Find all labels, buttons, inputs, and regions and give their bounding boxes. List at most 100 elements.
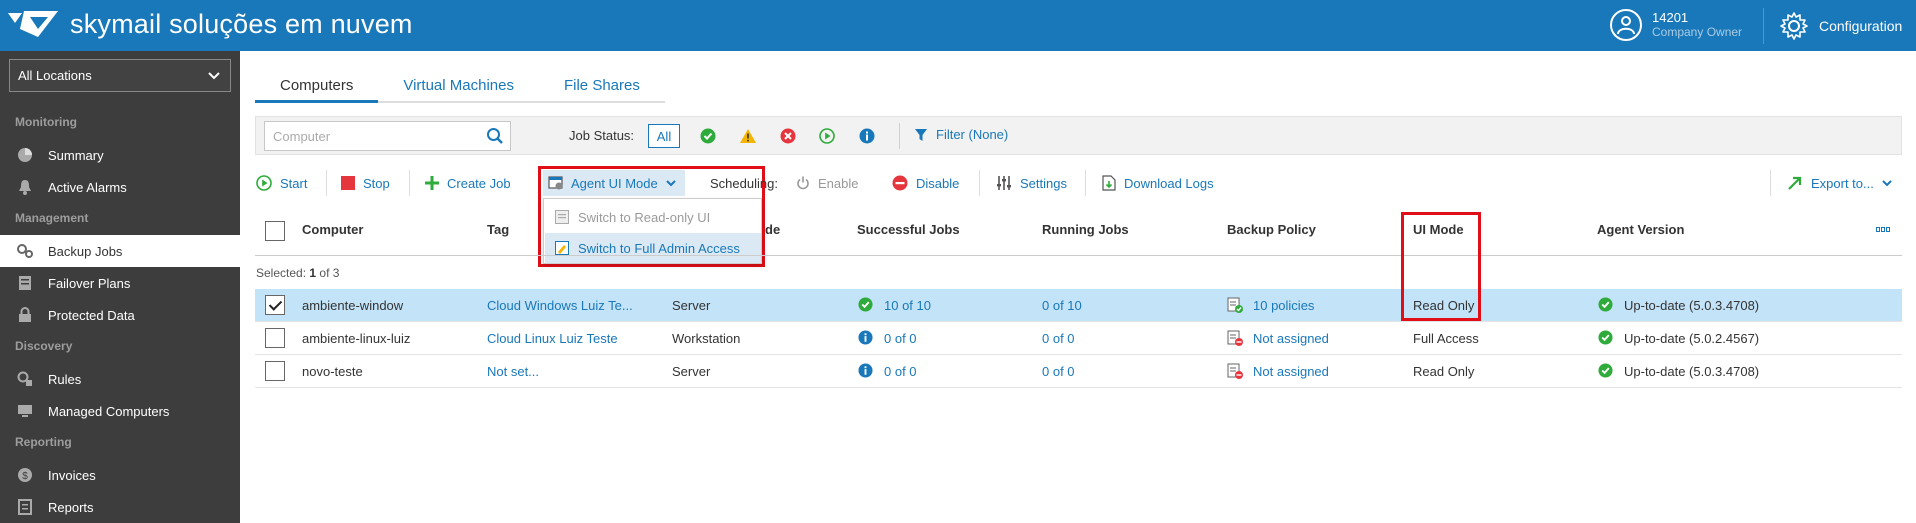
start-button[interactable]: Start [256,173,307,193]
policy-assigned-icon [1227,297,1243,313]
column-header-tag[interactable]: Tag [487,222,509,237]
filter-divider [899,123,900,149]
cell-running-jobs[interactable]: 0 of 10 [1042,298,1082,313]
create-job-button[interactable]: Create Job [425,173,511,193]
chevron-down-icon [208,71,220,79]
menu-item-label: Switch to Read-only UI [578,209,711,225]
cell-running-jobs[interactable]: 0 of 0 [1042,331,1075,346]
cell-successful-jobs[interactable]: 0 of 0 [858,363,917,379]
sidebar-item-label: Active Alarms [48,179,127,195]
nav-section-monitoring: Monitoring [15,115,77,129]
disable-button[interactable]: Disable [892,173,959,193]
status-success-icon[interactable] [699,127,717,145]
sidebar-item-managed-computers[interactable]: Managed Computers [0,395,240,427]
status-error-icon[interactable] [779,127,797,145]
full-admin-icon [555,241,569,255]
menu-item-full-admin[interactable]: Switch to Full Admin Access [545,233,761,263]
computer-icon [15,401,35,421]
up-to-date-icon [1598,363,1613,378]
column-header-running-jobs[interactable]: Running Jobs [1042,222,1129,237]
tab-virtual-machines[interactable]: Virtual Machines [378,73,539,103]
sidebar-item-backup-jobs[interactable]: Backup Jobs [0,235,241,267]
settings-button[interactable]: Settings [996,173,1067,193]
cell-agent-version: Up-to-date (5.0.2.4567) [1598,330,1760,346]
header-divider [1763,8,1764,44]
cell-mode: Workstation [672,331,741,346]
row-checkbox[interactable] [265,328,285,348]
stop-button[interactable]: Stop [341,173,390,193]
cell-tag[interactable]: Cloud Windows Luiz Te... [487,298,633,313]
export-button[interactable]: Export to... [1787,173,1892,193]
column-header-computer[interactable]: Computer [302,222,363,237]
selection-suffix: of 3 [319,266,340,280]
sidebar-item-active-alarms[interactable]: Active Alarms [0,171,240,203]
select-all-checkbox[interactable] [265,221,285,241]
computer-search-input[interactable] [273,128,473,144]
filter-button[interactable]: Filter (None) [914,127,1008,142]
table-row[interactable]: novo-teste Not set... Server 0 of 0 0 of… [255,355,1902,388]
skymail-logo-icon [8,11,58,37]
column-header-backup-policy[interactable]: Backup Policy [1227,222,1316,237]
row-checkbox[interactable] [265,361,285,381]
menu-item-label: Switch to Full Admin Access [578,240,740,256]
job-status-all-button[interactable]: All [648,124,680,148]
filter-bar: Job Status: All Filter (None) [255,116,1902,155]
cell-computer: ambiente-linux-luiz [302,331,411,346]
sidebar-item-protected-data[interactable]: Protected Data [0,299,240,331]
cell-ui-mode: Full Access [1413,331,1479,346]
sidebar-item-rules[interactable]: Rules [0,363,240,395]
menu-item-read-only[interactable]: Switch to Read-only UI [545,202,761,232]
plus-icon [425,176,439,190]
nav-section-reporting: Reporting [15,435,72,449]
sidebar-item-summary[interactable]: Summary [0,139,240,171]
tab-file-shares[interactable]: File Shares [539,73,665,103]
cell-agent-version: Up-to-date (5.0.3.4708) [1598,363,1759,379]
toolbar-divider [1085,170,1086,196]
policy-not-assigned-icon [1227,363,1243,379]
tab-computers[interactable]: Computers [255,73,379,103]
play-icon [256,175,272,191]
column-header-mode[interactable]: de [765,222,780,237]
status-warning-icon[interactable] [739,127,757,145]
cell-tag[interactable]: Cloud Linux Luiz Teste [487,331,618,346]
cell-backup-policy[interactable]: Not assigned [1227,363,1329,379]
configuration-button[interactable]: Configuration [1779,11,1902,41]
up-to-date-icon [1598,297,1613,312]
search-icon[interactable] [486,127,504,145]
sidebar-item-label: Rules [48,371,82,387]
export-arrow-icon [1787,175,1803,191]
sidebar-item-reports[interactable]: Reports [0,491,240,523]
column-header-agent-version[interactable]: Agent Version [1597,222,1684,237]
status-running-icon[interactable] [818,127,836,145]
cell-tag[interactable]: Not set... [487,364,539,379]
cell-mode: Server [672,298,711,313]
cell-backup-policy[interactable]: Not assigned [1227,330,1329,346]
table-row[interactable]: ambiente-window Cloud Windows Luiz Te...… [255,289,1902,322]
cell-successful-jobs[interactable]: 0 of 0 [858,330,917,346]
user-menu[interactable]: 14201 Company Owner [1610,9,1742,41]
sidebar-item-failover-plans[interactable]: Failover Plans [0,267,240,299]
cell-running-jobs[interactable]: 0 of 0 [1042,364,1075,379]
table-row[interactable]: ambiente-linux-luiz Cloud Linux Luiz Tes… [255,322,1902,355]
cell-mode: Server [672,364,711,379]
enable-button[interactable]: Enable [796,173,858,193]
backup-policy-value: 10 policies [1253,298,1315,313]
sidebar-item-invoices[interactable]: $ Invoices [0,459,240,491]
cell-successful-jobs[interactable]: 10 of 10 [858,297,931,313]
toolbar-divider [409,170,410,196]
column-settings-icon[interactable] [1876,227,1890,232]
location-select[interactable]: All Locations [9,59,231,92]
agent-version-value: Up-to-date (5.0.2.4567) [1624,331,1760,346]
ui-mode-highlight-box [1401,212,1481,321]
status-info-icon[interactable] [858,127,876,145]
brand-logo[interactable]: skymail soluções em nuvem [8,9,413,39]
sidebar-item-label: Protected Data [48,307,135,323]
cell-backup-policy[interactable]: 10 policies [1227,297,1315,313]
rules-icon [15,369,35,389]
download-logs-button[interactable]: Download Logs [1102,173,1214,193]
sidebar-item-label: Invoices [48,467,96,483]
nav-section-discovery: Discovery [15,339,73,353]
backup-policy-value: Not assigned [1253,331,1329,346]
column-header-successful-jobs[interactable]: Successful Jobs [857,222,960,237]
row-checkbox[interactable] [265,295,285,315]
